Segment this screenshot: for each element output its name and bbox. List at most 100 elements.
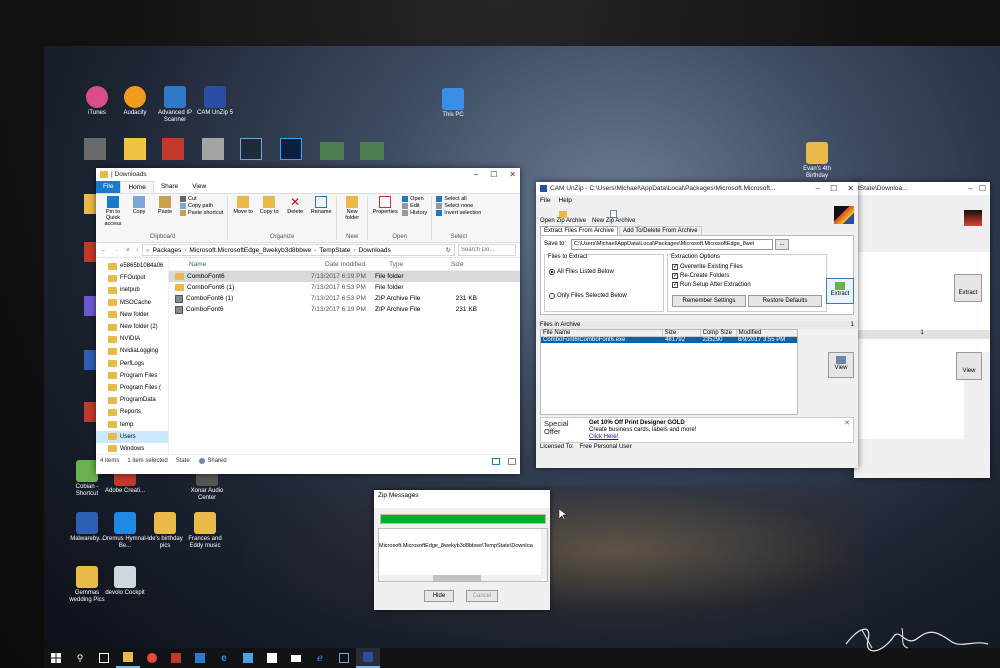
explorer-titlebar[interactable]: | Downloads – ☐ ✕ — [96, 168, 520, 181]
nav-item[interactable]: Program Files — [96, 370, 168, 382]
desktop-icon-cam-unzip[interactable]: CAM UnZip 5 — [192, 86, 238, 117]
extract-button-back[interactable]: Extract — [954, 274, 982, 302]
app-icon[interactable] — [162, 138, 184, 160]
search-button[interactable]: ⚲ — [68, 648, 92, 668]
delete-button[interactable]: ✕ Delete — [284, 196, 306, 234]
taskbar-media[interactable] — [164, 648, 188, 668]
recycle-bin-icon[interactable] — [202, 138, 224, 160]
copy-path-button[interactable]: Copy path — [180, 203, 223, 209]
cancel-button[interactable]: Cancel — [466, 590, 498, 602]
select-none-button[interactable]: Select none — [436, 203, 481, 209]
image-icon[interactable] — [360, 142, 384, 160]
nav-item[interactable]: FFOutput — [96, 272, 168, 284]
tab-home[interactable]: Home — [120, 181, 154, 193]
nav-item[interactable]: temp — [96, 418, 168, 430]
nav-item[interactable]: Program Files ( — [96, 382, 168, 394]
cut-button[interactable]: Cut — [180, 196, 223, 202]
start-button[interactable] — [44, 648, 68, 668]
nav-item[interactable]: New folder — [96, 309, 168, 321]
vertical-scrollbar[interactable] — [541, 529, 547, 579]
column-header-type[interactable]: Type — [389, 261, 451, 268]
nav-item[interactable]: NVIDIA — [96, 333, 168, 345]
column-header-size[interactable]: Size — [663, 330, 701, 336]
back-arrow-icon[interactable]: ← — [96, 247, 111, 254]
nav-item[interactable]: ProgramData — [96, 394, 168, 406]
paste-shortcut-button[interactable]: Paste shortcut — [180, 210, 223, 216]
search-input[interactable] — [458, 244, 516, 256]
taskbar-chrome[interactable] — [140, 648, 164, 668]
minimize-icon[interactable]: – — [968, 184, 972, 193]
tab-file[interactable]: File — [96, 181, 121, 193]
nav-item[interactable]: Reports — [96, 406, 168, 418]
taskbar-explorer[interactable] — [116, 648, 140, 668]
copy-button[interactable]: Copy — [128, 196, 150, 234]
taskbar-ie[interactable]: ℯ — [308, 648, 332, 668]
app-icon[interactable] — [84, 138, 106, 160]
save-to-field[interactable]: C:\Users\Michael\AppData\Local\Packages\… — [571, 239, 773, 250]
maximize-icon[interactable]: ☐ — [830, 184, 837, 193]
hide-button[interactable]: Hide — [424, 590, 454, 602]
edit-button[interactable]: Edit — [402, 203, 427, 209]
checkbox-overwrite[interactable]: ✓ Overwrite Existing Files — [672, 264, 743, 270]
app-icon[interactable] — [124, 138, 146, 160]
taskbar-camunzip[interactable] — [356, 648, 380, 668]
taskbar-network[interactable] — [236, 648, 260, 668]
tab-extract-files[interactable]: Extract Files From Archive — [540, 226, 619, 235]
checkbox-run-setup[interactable]: ✓ Run Setup After Extraction — [672, 282, 751, 288]
history-button[interactable]: History — [402, 210, 427, 216]
taskbar-edge[interactable]: e — [212, 648, 236, 668]
camunzip-titlebar[interactable]: CAM UnZip - C:\Users\Michael\AppData\Loc… — [536, 182, 858, 195]
nav-item[interactable]: PerfLogs — [96, 358, 168, 370]
tab-view[interactable]: View — [185, 181, 213, 193]
ad-close-icon[interactable]: ✕ — [844, 419, 850, 427]
properties-button[interactable]: Properties — [372, 196, 398, 234]
minimize-icon[interactable]: – — [816, 184, 820, 193]
browse-button[interactable]: ... — [775, 239, 789, 250]
breadcrumb-tempstate[interactable]: TempState — [319, 247, 350, 254]
ad-click-here-link[interactable]: Click Here! — [589, 434, 696, 441]
nav-item[interactable]: inetpub — [96, 284, 168, 296]
maximize-icon[interactable]: ☐ — [490, 170, 497, 179]
close-icon[interactable]: ✕ — [509, 170, 516, 179]
remember-settings-button[interactable]: Remember Settings — [672, 295, 746, 307]
breadcrumb-edge[interactable]: Microsoft.MicrosoftEdge_8wekyb3d8bbwe — [189, 247, 311, 254]
move-to-button[interactable]: Move to — [232, 196, 254, 234]
column-header-modified[interactable]: Modified — [737, 330, 797, 336]
forward-arrow-icon[interactable]: → — [111, 247, 124, 254]
task-view-button[interactable] — [92, 648, 116, 668]
refresh-icon[interactable]: ↻ — [446, 246, 451, 254]
nav-item[interactable]: MSOCache — [96, 297, 168, 309]
checkbox-recreate-folders[interactable]: ✓ Re-Create Folders — [672, 273, 729, 279]
camunzip-back-titlebar[interactable]: tState\Downloa... – ☐ — [854, 182, 990, 195]
nav-item[interactable]: e5865b1084a06 — [96, 260, 168, 272]
zip-messages-dialog[interactable]: Zip Messages Microsoft.MicrosoftEdge_8we… — [374, 490, 550, 610]
radio-all-files[interactable]: All Files Listed Below — [549, 269, 614, 275]
restore-defaults-button[interactable]: Restore Defaults — [748, 295, 822, 307]
column-header-date[interactable]: Date modified — [325, 261, 389, 268]
menu-help[interactable]: Help — [558, 197, 571, 204]
rename-button[interactable]: Rename — [310, 196, 332, 234]
nav-item[interactable]: Users — [96, 430, 168, 443]
lightroom-icon[interactable] — [240, 138, 262, 160]
maximize-icon[interactable]: ☐ — [979, 184, 986, 193]
tab-add-delete[interactable]: Add To/Delete From Archive — [619, 226, 702, 235]
taskbar-lightroom[interactable] — [332, 648, 356, 668]
file-row[interactable]: ComboFont6 (1) 7/13/2017 6:53 PM ZIP Archi… — [169, 293, 520, 304]
nav-item[interactable]: NvidiaLogging — [96, 345, 168, 357]
taskbar-mail[interactable] — [284, 648, 308, 668]
ad-banner[interactable]: Special Offer Get 10% Off Print Designer… — [540, 417, 854, 443]
column-header-comp-size[interactable]: Comp Size — [701, 330, 737, 336]
nav-item[interactable]: Windows — [96, 443, 168, 454]
desktop-icon-frances-eddy[interactable]: Frances and Eddy music — [182, 512, 228, 550]
photoshop-icon[interactable] — [280, 138, 302, 160]
desktop-icon-this-pc[interactable]: This PC — [430, 88, 476, 119]
open-zip-archive-button[interactable]: Open Zip Archive — [540, 211, 586, 224]
image-icon[interactable] — [320, 142, 344, 160]
new-folder-button[interactable]: New folder — [341, 196, 363, 234]
desktop-icon-evans-birthday[interactable]: Evan's 4th Birthday — [794, 142, 840, 180]
new-zip-archive-button[interactable]: New Zip Archive — [592, 210, 635, 224]
minimize-icon[interactable]: – — [474, 170, 478, 179]
open-button[interactable]: Open — [402, 196, 427, 202]
close-icon[interactable]: ✕ — [847, 184, 854, 193]
menu-file[interactable]: File — [540, 197, 550, 204]
